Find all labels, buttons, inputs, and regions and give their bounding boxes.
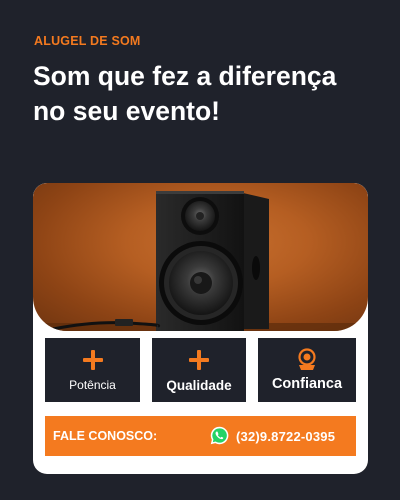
medal-icon xyxy=(298,348,316,370)
promo-card: Potência Qualidade Confianca FALE CONOSC… xyxy=(33,183,368,474)
eyebrow-label: ALUGEL DE SOM xyxy=(34,34,141,48)
contact-button[interactable]: FALE CONOSCO: (32)9.8722-0395 xyxy=(45,416,356,456)
speaker-illustration xyxy=(33,191,368,331)
feature-confianca[interactable]: Confianca xyxy=(258,338,356,402)
feature-label: Potência xyxy=(69,378,116,392)
plus-icon xyxy=(82,350,103,370)
contact-label: FALE CONOSCO: xyxy=(53,429,158,443)
feature-list: Potência Qualidade Confianca xyxy=(45,338,356,402)
plus-icon xyxy=(189,349,209,370)
feature-potencia[interactable]: Potência xyxy=(45,338,140,402)
page-headline: Som que fez a diferença no seu evento! xyxy=(33,61,337,126)
feature-label: Qualidade xyxy=(166,377,232,393)
feature-label: Confianca xyxy=(271,376,343,392)
feature-qualidade[interactable]: Qualidade xyxy=(152,338,246,402)
whatsapp-icon xyxy=(210,426,229,445)
contact-phone[interactable]: (32)9.8722-0395 xyxy=(236,429,335,444)
speaker-photo xyxy=(33,183,368,331)
